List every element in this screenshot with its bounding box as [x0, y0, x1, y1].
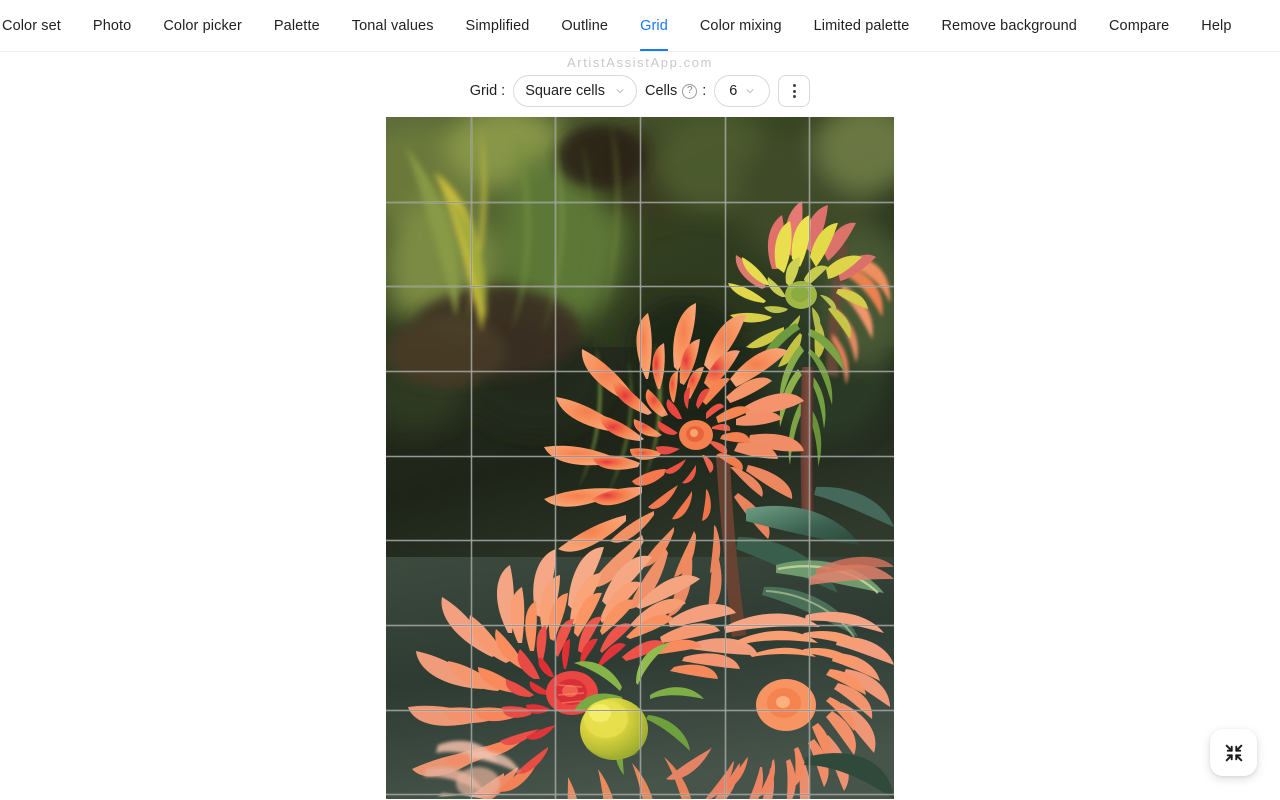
- nav-tab-color-mixing[interactable]: Color mixing: [684, 0, 798, 51]
- nav-tab-photo[interactable]: Photo: [77, 0, 147, 51]
- app-root: Color set Photo Color picker Palette Tonal v…: [0, 0, 1280, 800]
- grid-type-label: Grid :: [469, 83, 506, 99]
- reference-photo: [386, 117, 894, 799]
- chevron-down-icon: [745, 86, 755, 96]
- chevron-down-icon: [615, 86, 625, 96]
- nav-tab-help[interactable]: Help: [1185, 0, 1247, 51]
- cells-label: Cells: [644, 83, 678, 99]
- nav-tab-tonal-values[interactable]: Tonal values: [336, 0, 450, 51]
- question-circle-icon[interactable]: ?: [682, 83, 698, 99]
- kebab-menu-icon: [792, 89, 796, 93]
- kebab-menu-icon: [792, 84, 796, 88]
- nav-tab-label: Outline: [561, 17, 609, 34]
- grid-toolbar: Grid : Square cells Cells ? : 6: [0, 74, 1280, 108]
- cells-count-select[interactable]: 6: [714, 75, 771, 107]
- more-options-button[interactable]: [778, 75, 811, 107]
- nav-tab-label: Palette: [273, 17, 320, 34]
- nav-tab-label: Remove background: [941, 17, 1077, 34]
- compress-arrows-icon: [1223, 742, 1245, 764]
- nav-tab-compare[interactable]: Compare: [1093, 0, 1185, 51]
- nav-tab-limited-palette[interactable]: Limited palette: [798, 0, 926, 51]
- watermark-text: ArtistAssistApp.com: [567, 55, 713, 70]
- active-tab-underline: [640, 48, 668, 51]
- cells-label-group: Cells ? :: [645, 83, 706, 99]
- nav-tab-color-picker[interactable]: Color picker: [147, 0, 258, 51]
- grid-type-select[interactable]: Square cells: [513, 75, 637, 107]
- nav-tab-label: Grid: [640, 17, 668, 34]
- nav-tab-palette[interactable]: Palette: [258, 0, 336, 51]
- top-navigation-bar: Color set Photo Color picker Palette Tonal v…: [0, 0, 1280, 52]
- kebab-menu-icon: [792, 94, 796, 98]
- nav-tab-label: Photo: [92, 17, 132, 34]
- nav-tab-label: Compare: [1108, 17, 1170, 34]
- nav-tab-outline[interactable]: Outline: [545, 0, 624, 51]
- nav-tab-simplified[interactable]: Simplified: [450, 0, 546, 51]
- nav-tab-grid[interactable]: Grid: [624, 0, 684, 51]
- cells-count-select-value: 6: [729, 83, 738, 99]
- nav-tab-remove-background[interactable]: Remove background: [925, 0, 1093, 51]
- exit-fullscreen-button[interactable]: [1210, 729, 1257, 776]
- cells-label-colon: :: [702, 83, 707, 99]
- nav-tab-label: Simplified: [465, 17, 530, 34]
- nav-tab-list: Color set Photo Color picker Palette Tonal v…: [0, 0, 1248, 51]
- grid-type-select-value: Square cells: [525, 83, 605, 99]
- nav-tab-label: Color picker: [163, 17, 242, 34]
- nav-tab-label: Color mixing: [699, 17, 782, 34]
- grid-image-canvas[interactable]: [386, 117, 894, 799]
- nav-tab-label: Help: [1201, 17, 1232, 34]
- nav-tab-label: Tonal values: [351, 17, 434, 34]
- nav-tab-color-set[interactable]: Color set: [0, 0, 77, 51]
- nav-tab-label: Color set: [2, 17, 61, 34]
- nav-tab-label: Limited palette: [813, 17, 910, 34]
